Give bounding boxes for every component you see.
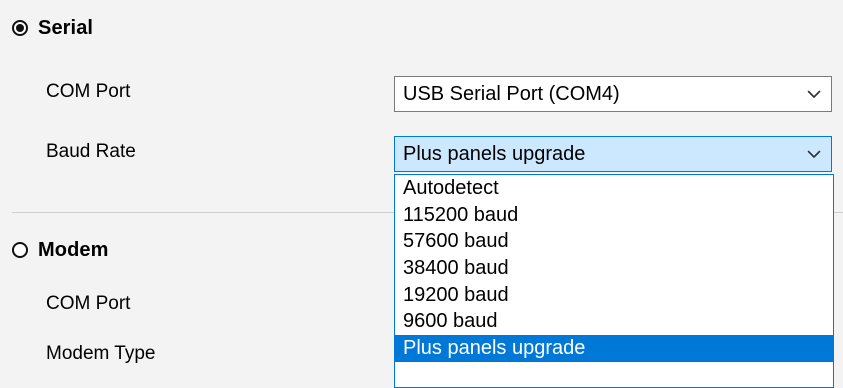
modem-radio-row[interactable]: Modem bbox=[12, 236, 109, 264]
baud-option-9600[interactable]: 9600 baud bbox=[395, 308, 833, 335]
baud-rate-label: Baud Rate bbox=[46, 141, 136, 162]
modem-radio[interactable] bbox=[12, 242, 28, 258]
baud-option-plus-panels-upgrade[interactable]: Plus panels upgrade bbox=[395, 335, 833, 362]
baud-option-38400[interactable]: 38400 baud bbox=[395, 255, 833, 282]
serial-com-port-value: USB Serial Port (COM4) bbox=[403, 82, 620, 105]
modem-label: Modem bbox=[38, 238, 109, 261]
baud-rate-combobox[interactable]: Plus panels upgrade bbox=[394, 136, 832, 172]
chevron-down-icon bbox=[807, 87, 821, 101]
chevron-down-icon bbox=[807, 147, 821, 161]
serial-label: Serial bbox=[38, 16, 94, 39]
baud-option-57600[interactable]: 57600 baud bbox=[395, 228, 833, 255]
serial-com-port-label: COM Port bbox=[46, 81, 131, 102]
serial-radio[interactable] bbox=[12, 20, 28, 36]
baud-rate-value: Plus panels upgrade bbox=[403, 142, 586, 165]
baud-option-19200[interactable]: 19200 baud bbox=[395, 282, 833, 309]
modem-com-port-label: COM Port bbox=[46, 293, 131, 314]
modem-type-label: Modem Type bbox=[46, 343, 156, 364]
baud-rate-dropdown-list[interactable]: Autodetect 115200 baud 57600 baud 38400 … bbox=[394, 174, 834, 388]
serial-radio-row[interactable]: Serial bbox=[12, 14, 93, 42]
baud-option-115200[interactable]: 115200 baud bbox=[395, 202, 833, 229]
connection-settings-page: Serial COM Port USB Serial Port (COM4) B… bbox=[0, 0, 843, 388]
baud-option-autodetect[interactable]: Autodetect bbox=[395, 175, 833, 202]
serial-com-port-combobox[interactable]: USB Serial Port (COM4) bbox=[394, 76, 832, 112]
